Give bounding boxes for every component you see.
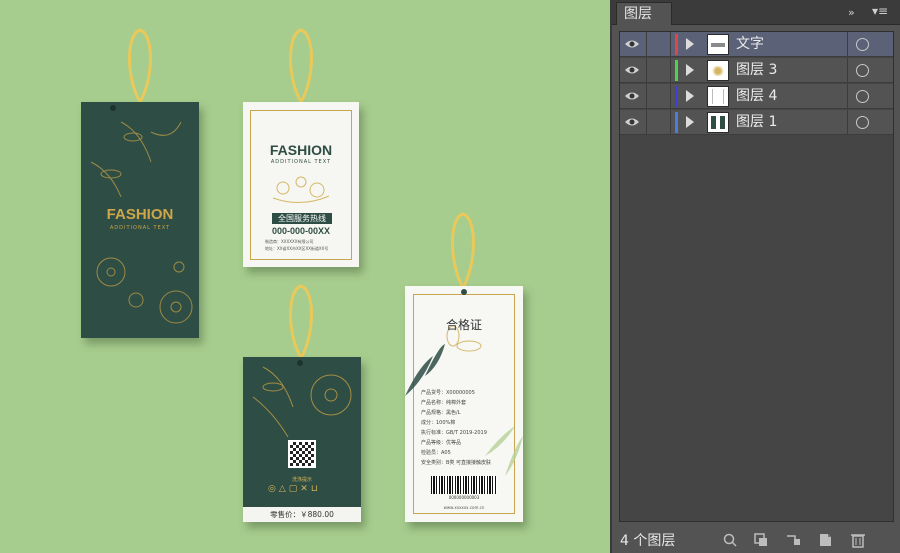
layer-name[interactable]: 图层 1 bbox=[736, 113, 777, 132]
layer-target-icon[interactable] bbox=[856, 90, 869, 103]
layer-row-layer1[interactable]: 图层 1 bbox=[620, 110, 893, 135]
layer-count: 4 个图层 bbox=[620, 533, 676, 549]
new-sublayer-icon[interactable] bbox=[785, 532, 801, 548]
row-divider bbox=[646, 32, 647, 57]
care-symbols-icon: ◎△▢✕⊔ bbox=[268, 484, 321, 494]
row-divider bbox=[646, 110, 647, 135]
row-divider bbox=[670, 84, 671, 109]
cert-line-7: 检验员：A05 bbox=[421, 450, 451, 456]
expand-arrow-icon[interactable] bbox=[686, 90, 694, 102]
expand-arrow-icon[interactable] bbox=[686, 38, 694, 50]
row-divider bbox=[646, 58, 647, 83]
tag1-cord bbox=[128, 28, 152, 103]
cert-line-2: 产品名称：纯棉外套 bbox=[421, 400, 467, 406]
row-divider bbox=[847, 110, 848, 135]
tag3-dark-hangtag: 洗涤提示 ◎△▢✕⊔ 零售价：￥880.00 bbox=[243, 357, 361, 522]
row-divider bbox=[847, 58, 848, 83]
row-divider bbox=[646, 84, 647, 109]
layer-name[interactable]: 图层 4 bbox=[736, 87, 777, 106]
row-divider bbox=[670, 32, 671, 57]
layer-row-text[interactable]: 文字 bbox=[620, 32, 893, 57]
panel-tab-bar: 图层 » ▾≡ bbox=[612, 0, 900, 25]
row-divider bbox=[847, 84, 848, 109]
tag2-address-line: 地址：XX省XX市XX区XX街道XX号 bbox=[265, 246, 329, 251]
layer-target-icon[interactable] bbox=[856, 64, 869, 77]
layer-name[interactable]: 文字 bbox=[736, 35, 764, 54]
clipping-mask-icon[interactable] bbox=[753, 532, 769, 548]
tag2-subtitle: ADDITIONAL TEXT bbox=[270, 159, 332, 165]
tab-layers[interactable]: 图层 bbox=[616, 2, 672, 25]
tag1-title: FASHION bbox=[106, 206, 174, 223]
expand-arrow-icon[interactable] bbox=[686, 116, 694, 128]
cert-line-4: 成分：100%棉 bbox=[421, 420, 456, 426]
tag3-care-label: 洗涤提示 bbox=[291, 477, 312, 483]
tag2-white-hangtag: FASHION ADDITIONAL TEXT 全国服务热线 000-000-0… bbox=[243, 102, 359, 267]
locate-object-icon[interactable] bbox=[722, 532, 738, 548]
visibility-eye-icon[interactable] bbox=[624, 63, 640, 77]
expand-arrow-icon[interactable] bbox=[686, 64, 694, 76]
layers-list: 文字 图层 3 图层 4 图层 1 bbox=[619, 31, 894, 522]
layers-panel: 图层 » ▾≡ 文字 图层 3 图层 4 图层 1 4 个图层 bbox=[610, 0, 900, 553]
tag2-hotline-label: 全国服务热线 bbox=[278, 214, 326, 223]
cert-line-3: 产品规格：黑色/L bbox=[421, 410, 461, 416]
layer-name[interactable]: 图层 3 bbox=[736, 61, 777, 80]
cert-line-1: 产品货号：X00000005 bbox=[421, 390, 475, 396]
tag1-dark-hangtag: FASHION ADDITIONAL TEXT bbox=[81, 102, 199, 338]
barcode-number: 000000000003 bbox=[448, 495, 480, 500]
panel-footer: 4 个图层 bbox=[612, 527, 900, 553]
layer-target-icon[interactable] bbox=[856, 116, 869, 129]
tag4-cord bbox=[451, 212, 475, 289]
layer-color-indicator bbox=[675, 112, 678, 133]
layer-color-indicator bbox=[675, 34, 678, 55]
new-layer-icon[interactable] bbox=[817, 532, 833, 548]
cert-line-6: 产品等级：优等品 bbox=[421, 440, 462, 446]
qr-code bbox=[288, 440, 316, 468]
certificate-hangtag: 合格证 产品货号：X00000005 产品名称：纯棉外套 产品规格：黑色/L 成… bbox=[405, 286, 523, 522]
layer-thumbnail bbox=[707, 34, 729, 55]
tag4-title: 合格证 bbox=[445, 318, 482, 332]
visibility-eye-icon[interactable] bbox=[624, 37, 640, 51]
tag2-title: FASHION bbox=[269, 142, 333, 158]
visibility-eye-icon[interactable] bbox=[624, 89, 640, 103]
tag3-cord bbox=[289, 284, 313, 359]
layer-row-layer3[interactable]: 图层 3 bbox=[620, 58, 893, 83]
layer-target-icon[interactable] bbox=[856, 38, 869, 51]
panel-menu-icon[interactable]: ▾≡ bbox=[872, 4, 888, 18]
trash-icon[interactable] bbox=[850, 532, 866, 548]
tag4-website: www.xxxxxx.com.cn bbox=[443, 505, 485, 510]
workspace: FASHION ADDITIONAL TEXT FASHION ADDITION… bbox=[0, 0, 900, 553]
visibility-eye-icon[interactable] bbox=[624, 115, 640, 129]
tag1-subtitle: ADDITIONAL TEXT bbox=[109, 225, 171, 231]
cert-line-8: 安全类别：B类 可直接接触皮肤 bbox=[421, 460, 492, 466]
cert-line-5: 执行标准：GB/T 2019-2019 bbox=[421, 430, 487, 436]
tag3-price: 零售价：￥880.00 bbox=[270, 510, 334, 519]
layer-row-layer4[interactable]: 图层 4 bbox=[620, 84, 893, 109]
barcode bbox=[431, 476, 497, 494]
tag2-maker-line: 制造商：XXXXXX有限公司 bbox=[265, 239, 314, 244]
artboard-canvas[interactable]: FASHION ADDITIONAL TEXT FASHION ADDITION… bbox=[0, 0, 610, 553]
layer-thumbnail bbox=[707, 60, 729, 81]
row-divider bbox=[670, 110, 671, 135]
layer-thumbnail bbox=[707, 86, 729, 107]
tag2-cord bbox=[289, 28, 313, 103]
layer-color-indicator bbox=[675, 60, 678, 81]
row-divider bbox=[847, 32, 848, 57]
tag3-floral-decoration bbox=[252, 360, 352, 438]
layer-color-indicator bbox=[675, 86, 678, 107]
layer-thumbnail bbox=[707, 112, 729, 133]
tag2-hotline-number: 000-000-00XX bbox=[271, 226, 331, 236]
row-divider bbox=[670, 58, 671, 83]
tag2-floral-decoration bbox=[272, 176, 330, 203]
collapse-panel-icon[interactable]: » bbox=[848, 6, 855, 19]
